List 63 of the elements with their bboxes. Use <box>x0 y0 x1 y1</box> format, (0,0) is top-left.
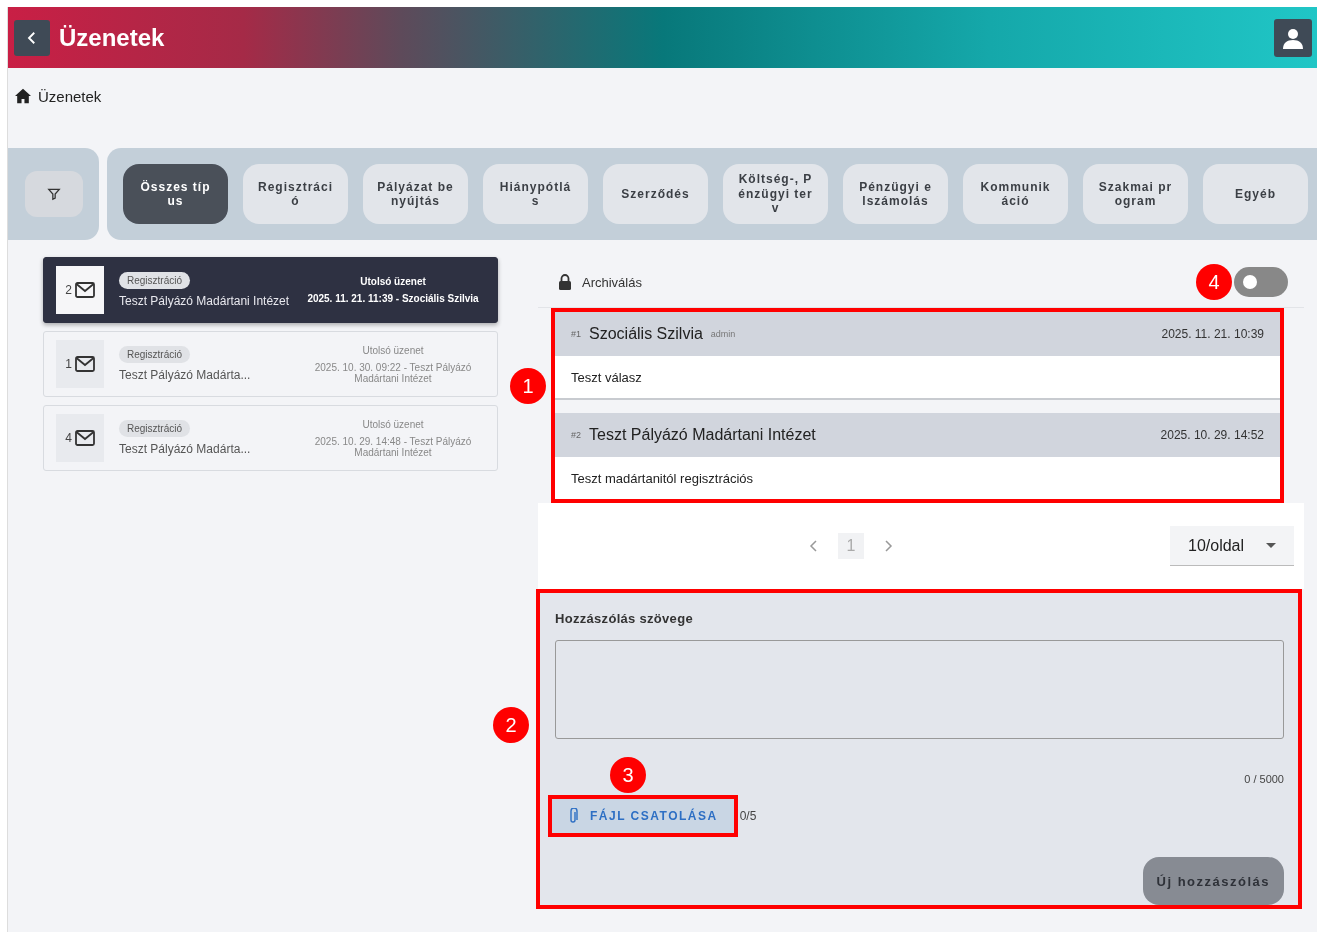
message-body: Teszt válasz <box>570 368 643 387</box>
category-chip[interactable]: Hiánypótlás <box>483 164 588 224</box>
envelope-icon <box>74 430 95 446</box>
next-page-icon[interactable] <box>882 540 894 552</box>
last-message-label: Utolsó üzenet <box>362 344 424 356</box>
thread-title: Teszt Pályázó Madárta... <box>119 442 252 456</box>
character-counter: 0 / 5000 <box>1244 773 1284 785</box>
last-message-info: 2025. 10. 29. 14:48 - Teszt Pályázó Madártani Intézet <box>313 435 473 458</box>
archive-label: Archiválás <box>582 274 642 290</box>
annotation-marker: 4 <box>1196 264 1232 300</box>
last-message-label: Utolsó üzenet <box>362 418 424 430</box>
message-number: #1 <box>571 329 581 339</box>
message-number: #2 <box>571 430 581 440</box>
category-chip[interactable]: Szerződés <box>603 164 708 224</box>
category-chip[interactable]: Költség-, Pénzügyi terv <box>723 164 828 224</box>
category-chip[interactable]: Pénzügyi elszámolás <box>843 164 948 224</box>
last-message-label: Utolsó üzenet <box>360 276 426 287</box>
back-button[interactable] <box>14 19 50 56</box>
category-chip[interactable]: Összes típus <box>123 164 228 224</box>
category-tag: Regisztráció <box>119 346 191 363</box>
breadcrumb-link[interactable]: Üzenetek <box>38 87 102 105</box>
category-chip[interactable]: Egyéb <box>1203 164 1308 224</box>
thread-card[interactable]: 4 Regisztráció Teszt Pályázó Madárta... Utolsó üzenet 2025. 10. 29. 14:48 - Teszt Pályázó Madártani Intézet <box>43 405 498 471</box>
thread-title: Teszt Pályázó Madárta... <box>119 368 252 382</box>
annotation-marker: 3 <box>610 757 646 793</box>
category-chip[interactable]: Regisztráció <box>243 164 348 224</box>
message-date: 2025. 11. 21. 10:39 <box>1161 327 1264 341</box>
category-chip[interactable]: Pályázat benyújtás <box>363 164 468 224</box>
dropdown-caret-icon <box>1266 542 1276 549</box>
message-date: 2025. 10. 29. 14:52 <box>1160 428 1264 442</box>
filter-icon <box>46 187 61 201</box>
page-title: Üzenetek <box>59 23 165 52</box>
envelope-icon <box>74 282 95 298</box>
filter-button[interactable] <box>24 171 83 217</box>
page-size-select[interactable]: 10/oldal <box>1170 526 1294 566</box>
comment-input-field[interactable] <box>555 640 1284 739</box>
attachment-count: 0/5 <box>739 809 757 823</box>
thread-card[interactable]: 2 Regisztráció Teszt Pályázó Madártani Intézet Utolsó üzenet 2025. 11. 21. 11:39 - Szociális Szilvia <box>43 257 498 323</box>
user-button[interactable] <box>1274 18 1312 57</box>
message-count: 4 <box>65 431 72 445</box>
message-author: Teszt Pályázó Madártani Intézet <box>589 426 816 444</box>
annotation-marker: 1 <box>510 368 546 404</box>
message-count: 1 <box>65 357 72 371</box>
annotation-marker: 2 <box>493 707 529 743</box>
archive-toggle[interactable] <box>1234 267 1288 297</box>
envelope-icon <box>74 356 95 372</box>
message-body: Teszt madártanitól regisztrációs <box>570 469 755 488</box>
category-chip[interactable]: Kommunikáció <box>963 164 1068 224</box>
message-count: 2 <box>65 283 72 297</box>
category-chip[interactable]: Szakmai program <box>1083 164 1188 224</box>
last-message-info: 2025. 10. 30. 09:22 - Teszt Pályázó Madártani Intézet <box>313 361 473 384</box>
message-author: Szociális Szilvia <box>589 325 703 343</box>
last-message-info: 2025. 11. 21. 11:39 - Szociális Szilvia <box>307 293 479 304</box>
category-tag: Regisztráció <box>119 272 191 289</box>
paperclip-icon <box>568 808 578 824</box>
lock-icon <box>558 274 572 290</box>
thread-title: Teszt Pályázó Madártani Intézet <box>119 294 291 308</box>
category-tag: Regisztráció <box>119 420 191 437</box>
previous-page-icon[interactable] <box>808 540 820 552</box>
home-icon <box>14 88 32 104</box>
field-label: Hozzászólás szövege <box>555 611 694 626</box>
thread-card[interactable]: 1 Regisztráció Teszt Pályázó Madárta... Utolsó üzenet 2025. 10. 30. 09:22 - Teszt Pályázó Madártani Intézet <box>43 331 498 397</box>
author-role: admin <box>710 329 736 339</box>
